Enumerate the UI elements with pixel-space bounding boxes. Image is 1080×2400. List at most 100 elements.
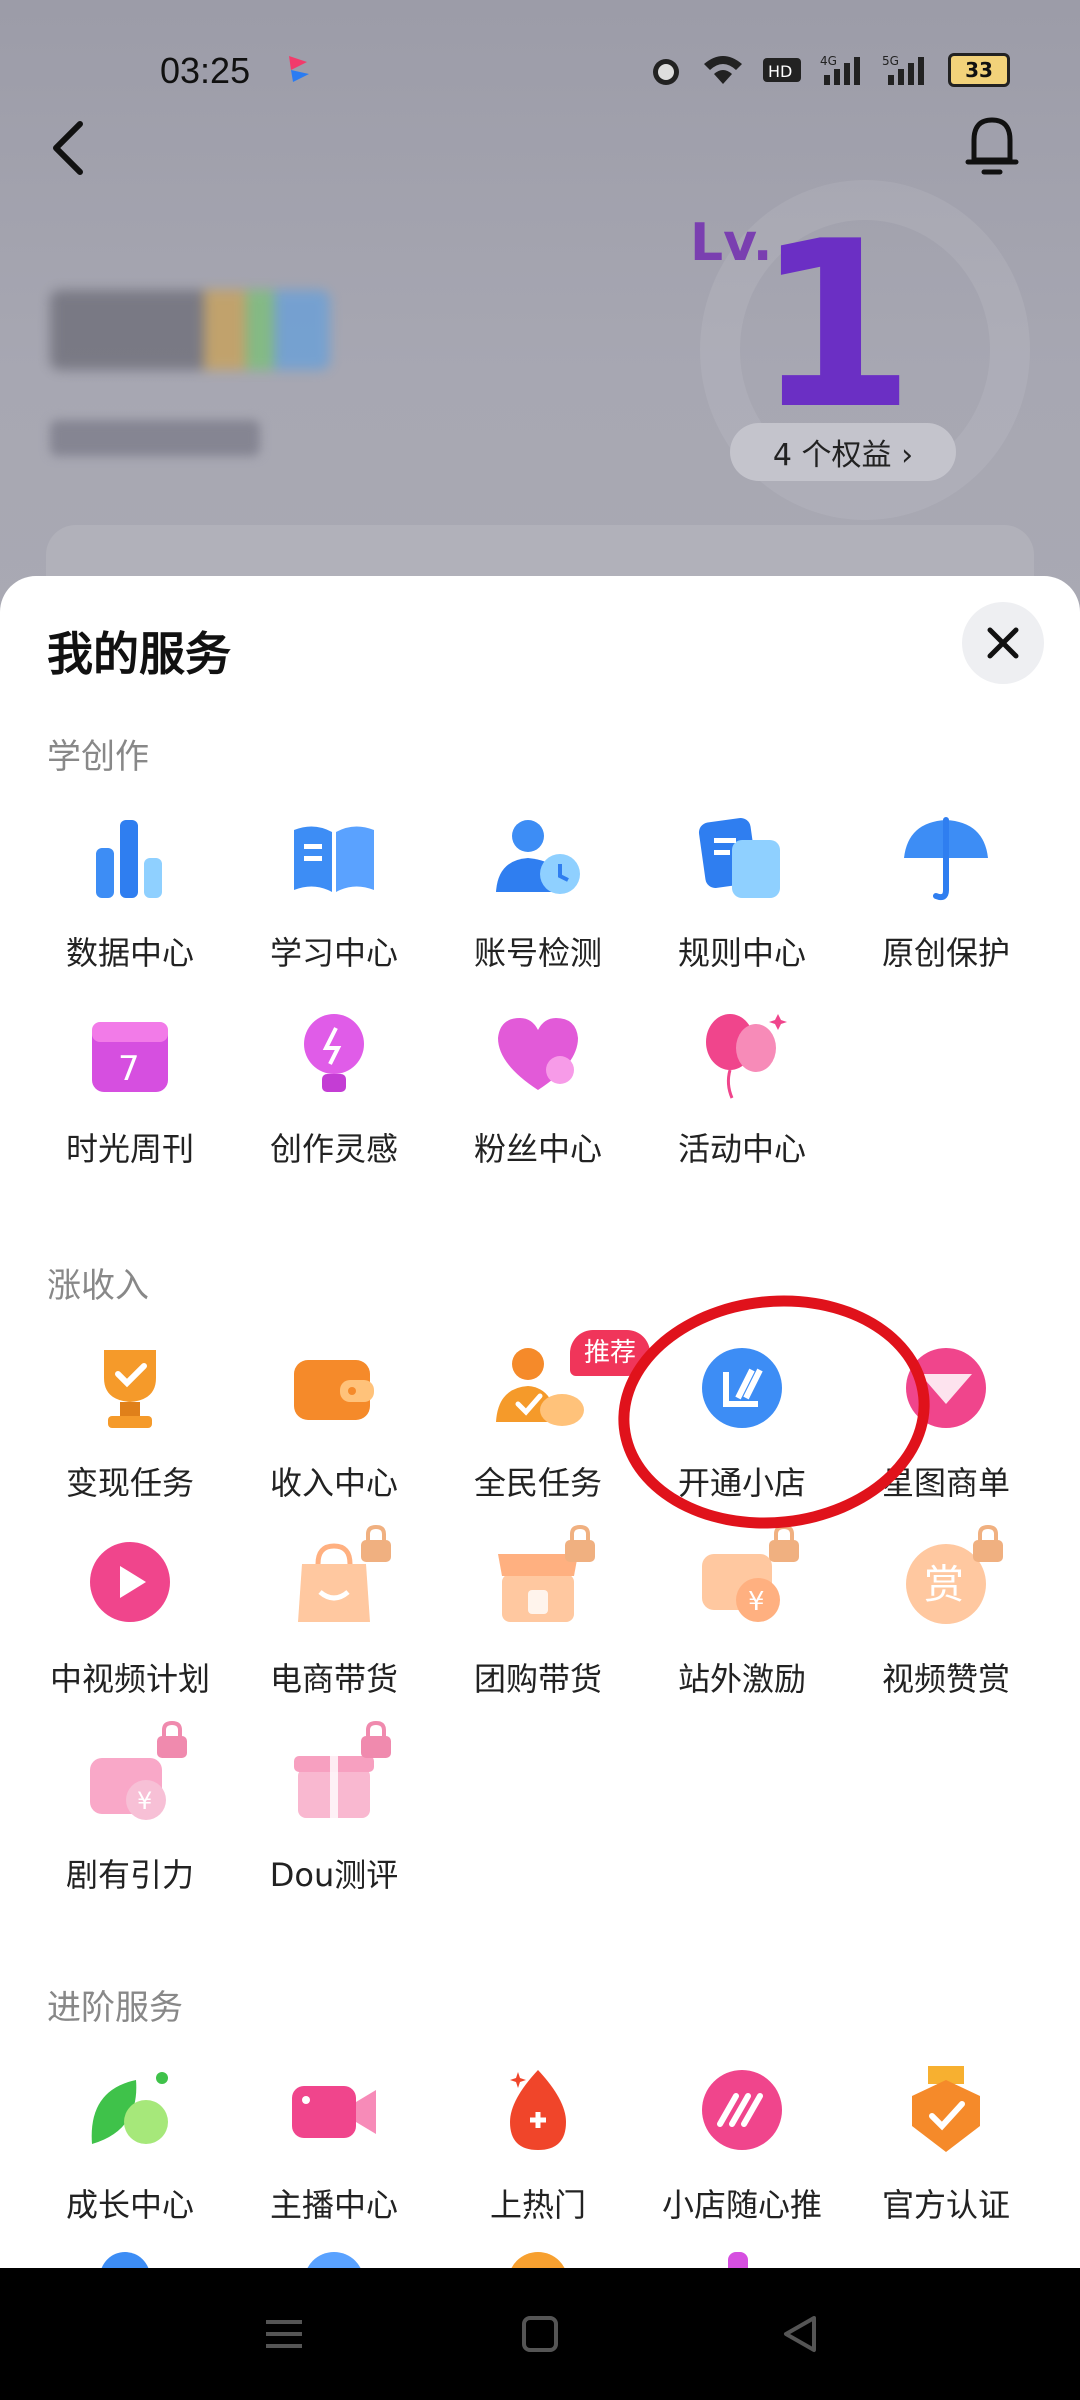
flame-icon — [510, 2070, 566, 2150]
benefits-button[interactable]: 4 个权益 › — [730, 423, 956, 481]
service-label: 剧有引力 — [65, 1856, 194, 1894]
service-label: 成长中心 — [65, 2186, 194, 2224]
service-label: 电商带货 — [269, 1660, 398, 1698]
service-mid-video-plan[interactable]: 中视频计划 — [30, 1534, 230, 1700]
service-label: 规则中心 — [677, 934, 806, 972]
service-dou-review[interactable]: Dou测评 — [234, 1720, 434, 1896]
status-bar: 03:25 HD 4G 5G 33 — [0, 40, 1080, 100]
service-label: 数据中心 — [65, 934, 194, 972]
badge-icon — [912, 2066, 980, 2152]
service-label: Dou测评 — [269, 1856, 399, 1894]
lock-icon — [361, 1720, 391, 1758]
service-creative-inspiration[interactable]: 创作灵感 — [234, 1004, 434, 1170]
service-rules-center[interactable]: 规则中心 — [642, 808, 842, 974]
service-group-buy-selling[interactable]: 团购带货 — [438, 1524, 638, 1700]
lightbulb-icon — [304, 1014, 364, 1092]
service-growth-center[interactable]: 成长中心 — [30, 2060, 230, 2226]
benefits-label: 4 个权益 › — [772, 438, 914, 473]
rules-doc-icon — [698, 817, 780, 898]
service-activity-center[interactable]: 活动中心 — [642, 1004, 842, 1170]
service-income-center[interactable]: 收入中心 — [234, 1338, 434, 1504]
service-label: 站外激励 — [677, 1660, 806, 1698]
service-video-reward[interactable]: 赏 视频赞赏 — [846, 1524, 1046, 1700]
service-label: 学习中心 — [269, 934, 398, 972]
section-title-advanced: 进阶服务 — [47, 1988, 183, 2028]
service-time-weekly[interactable]: 7 时光周刊 — [30, 1004, 230, 1170]
service-official-verification[interactable]: 官方认证 — [846, 2060, 1046, 2226]
service-original-protection[interactable]: 原创保护 — [846, 808, 1046, 974]
hd-icon: HD — [763, 58, 801, 82]
app-notification-icon — [289, 56, 309, 82]
service-label: 主播中心 — [269, 2186, 398, 2224]
status-time: 03:25 — [160, 50, 251, 91]
wifi-icon — [704, 56, 742, 84]
service-label: 账号检测 — [473, 934, 602, 972]
camera-icon — [292, 2086, 376, 2138]
lock-icon — [973, 1524, 1003, 1562]
service-label: 变现任务 — [65, 1464, 194, 1502]
svg-text:HD: HD — [768, 62, 792, 81]
service-label: 团购带货 — [473, 1660, 602, 1698]
system-navigation-bar — [0, 2268, 1080, 2400]
calendar-icon: 7 — [92, 1022, 168, 1092]
bell-icon[interactable] — [962, 110, 1022, 180]
service-label: 原创保护 — [881, 934, 1010, 972]
sheet-title: 我的服务 — [47, 627, 231, 681]
service-ecommerce-selling[interactable]: 电商带货 — [234, 1524, 434, 1700]
blurred-subtitle — [50, 420, 260, 456]
lock-icon — [769, 1524, 799, 1562]
service-label: 官方认证 — [881, 2186, 1010, 2224]
signal-4g-icon: 4G — [820, 54, 860, 85]
service-fans-center[interactable]: 粉丝中心 — [438, 1004, 638, 1170]
service-account-check[interactable]: 账号检测 — [438, 808, 638, 974]
section-title-income: 涨收入 — [47, 1266, 149, 1306]
status-icons: HD 4G 5G 33 — [648, 52, 1010, 88]
service-monetize-task[interactable]: 变现任务 — [30, 1338, 230, 1504]
account-check-icon — [496, 820, 580, 894]
blurred-username — [50, 290, 330, 370]
service-data-center[interactable]: 数据中心 — [30, 808, 230, 974]
balloons-icon — [706, 1014, 787, 1099]
signal-5g-icon: 5G — [882, 54, 924, 85]
close-icon — [987, 627, 1019, 659]
service-label: 上热门 — [489, 2186, 586, 2224]
lock-icon — [157, 1720, 187, 1758]
service-label: 时光周刊 — [65, 1130, 194, 1168]
back-arrow-icon[interactable] — [44, 118, 94, 178]
menu-icon[interactable] — [262, 2314, 306, 2354]
service-label: 中视频计划 — [49, 1660, 210, 1698]
level-number: 1 — [755, 193, 900, 420]
lock-icon — [361, 1524, 391, 1562]
battery-icon: 33 — [948, 53, 1010, 87]
trophy-icon — [104, 1350, 156, 1428]
service-shop-promote[interactable]: 小店随心推 — [642, 2060, 842, 2226]
section-title-create: 学创作 — [47, 737, 149, 777]
service-trending[interactable]: 上热门 — [438, 2060, 638, 2226]
level-icon: Lv. 1 — [690, 193, 900, 420]
service-drama-gravity[interactable]: ¥ 剧有引力 — [30, 1720, 230, 1896]
back-nav-icon[interactable] — [778, 2314, 822, 2354]
wallet-icon — [294, 1360, 374, 1420]
service-label: 活动中心 — [677, 1130, 806, 1168]
service-learning-center[interactable]: 学习中心 — [234, 808, 434, 974]
home-icon[interactable] — [518, 2314, 562, 2354]
umbrella-icon — [904, 817, 988, 901]
service-label: 创作灵感 — [269, 1130, 398, 1168]
svg-text:7: 7 — [118, 1049, 140, 1089]
svg-text:4G: 4G — [820, 54, 837, 68]
service-label: 收入中心 — [269, 1464, 398, 1502]
book-icon — [294, 826, 374, 892]
close-button[interactable] — [962, 602, 1044, 684]
next-row-peek — [0, 2252, 1080, 2268]
svg-text:赏: 赏 — [924, 1562, 964, 1608]
promote-icon — [702, 2070, 782, 2150]
service-label: 全民任务 — [473, 1464, 602, 1502]
service-offsite-incentive[interactable]: ¥ 站外激励 — [642, 1524, 842, 1700]
service-streamer-center[interactable]: 主播中心 — [234, 2060, 434, 2226]
leaf-icon — [91, 2072, 168, 2144]
service-label: 小店随心推 — [661, 2186, 822, 2224]
service-label: 粉丝中心 — [473, 1130, 602, 1168]
svg-text:¥: ¥ — [137, 1787, 152, 1815]
svg-text:¥: ¥ — [748, 1587, 765, 1617]
alarm-icon — [653, 59, 679, 85]
